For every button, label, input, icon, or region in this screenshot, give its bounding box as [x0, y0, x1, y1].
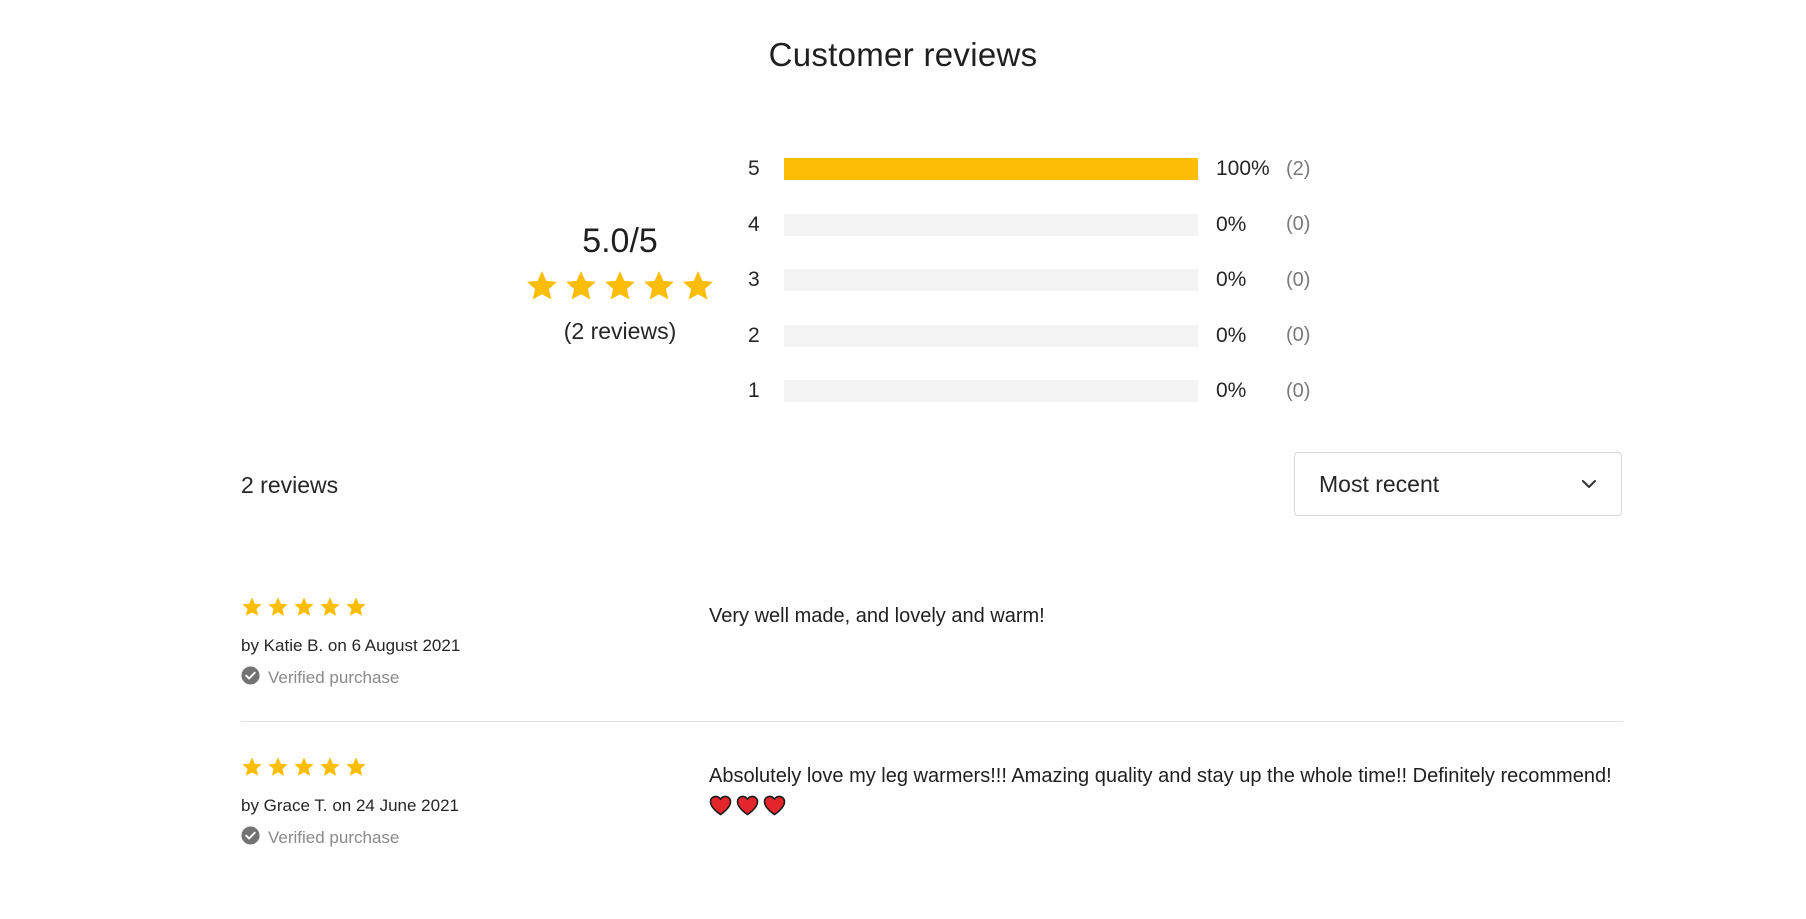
rating-row-2[interactable]: 2 0% (0) — [748, 323, 1311, 347]
star-icon — [564, 269, 598, 308]
sort-select[interactable]: Most recent — [1294, 452, 1622, 516]
rating-row-4[interactable]: 4 0% (0) — [748, 212, 1311, 236]
rating-percent: 0% — [1216, 379, 1247, 402]
review-stars — [241, 596, 681, 623]
verified-badge: Verified purchase — [241, 826, 681, 850]
review-meta: by Katie B. on 6 August 2021 Verified pu… — [241, 596, 681, 690]
review-meta: by Grace T. on 24 June 2021 Verified pur… — [241, 756, 681, 850]
rating-label: 3 — [748, 268, 760, 291]
rating-count: (0) — [1286, 324, 1311, 346]
rating-label: 2 — [748, 323, 760, 347]
star-icon — [319, 596, 341, 623]
star-icon — [345, 756, 367, 783]
average-score: 5.0/5 — [582, 222, 658, 260]
rating-percent: 0% — [1216, 268, 1247, 291]
reviews-total: 2 reviews — [241, 472, 339, 498]
rating-bar — [784, 213, 1198, 236]
star-icon — [681, 269, 715, 308]
verified-label: Verified purchase — [268, 828, 400, 847]
rating-bar — [784, 324, 1198, 347]
heart-icon — [763, 794, 786, 826]
rating-bar — [784, 158, 1198, 180]
star-icon — [525, 269, 559, 308]
rating-bar — [784, 269, 1198, 291]
chevron-down-icon — [1581, 479, 1597, 489]
page-title: Customer reviews — [768, 36, 1038, 73]
rating-bar — [784, 380, 1198, 402]
rating-percent: 100% — [1216, 157, 1270, 180]
rating-percent: 0% — [1216, 212, 1247, 236]
review-stars — [241, 756, 681, 783]
divider — [241, 721, 1623, 722]
star-icon — [603, 269, 637, 308]
rating-count: (2) — [1286, 157, 1311, 180]
rating-distribution: 5 100% (2) 4 0% (0) 3 0% (0) 2 0% (0) 1 … — [748, 157, 1311, 436]
rating-count: (0) — [1286, 268, 1311, 291]
rating-label: 1 — [748, 379, 760, 402]
verified-label: Verified purchase — [268, 668, 400, 687]
rating-row-5[interactable]: 5 100% (2) — [748, 157, 1311, 180]
heart-emojis — [709, 794, 1639, 826]
star-icon — [293, 596, 315, 623]
star-icon — [267, 596, 289, 623]
review-author: by Grace T. on 24 June 2021 — [241, 796, 460, 815]
review-author: by Katie B. on 6 August 2021 — [241, 636, 461, 655]
rating-label: 4 — [748, 212, 760, 236]
star-icon — [267, 756, 289, 783]
star-icon — [642, 269, 676, 308]
rating-count: (0) — [1286, 213, 1311, 235]
star-icon — [293, 756, 315, 783]
star-icon — [241, 756, 263, 783]
rating-label: 5 — [748, 157, 760, 180]
review-body: Absolutely love my leg warmers!!! Amazin… — [709, 760, 1639, 826]
heart-icon — [736, 794, 759, 826]
star-icon — [319, 756, 341, 783]
star-icon — [345, 596, 367, 623]
check-circle-icon — [241, 666, 260, 690]
rating-summary: 5.0/5 (2 reviews) — [500, 222, 740, 345]
rating-bar-fill — [784, 158, 1198, 180]
check-circle-icon — [241, 826, 260, 850]
heart-icon — [709, 794, 732, 826]
review-count: (2 reviews) — [563, 318, 677, 344]
rating-row-3[interactable]: 3 0% (0) — [748, 268, 1311, 291]
star-icon — [241, 596, 263, 623]
rating-row-1[interactable]: 1 0% (0) — [748, 379, 1311, 402]
summary-stars — [500, 269, 740, 308]
rating-count: (0) — [1286, 379, 1311, 402]
review-text: Very well made, and lovely and warm! — [709, 605, 1045, 627]
rating-percent: 0% — [1216, 323, 1247, 347]
review-text: Absolutely love my leg warmers!!! Amazin… — [709, 765, 1612, 787]
verified-badge: Verified purchase — [241, 666, 681, 690]
sort-value: Most recent — [1319, 470, 1440, 497]
